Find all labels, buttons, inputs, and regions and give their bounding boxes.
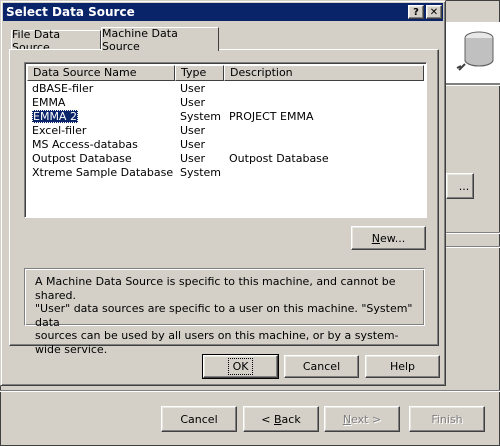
- wizard-finish-button[interactable]: Finish: [409, 406, 485, 432]
- list-item[interactable]: Excel-filer User: [27, 124, 424, 138]
- wizard-back-button[interactable]: < Back: [243, 406, 319, 432]
- dialog-title: Select Data Source: [6, 5, 135, 19]
- banner-separator: [446, 84, 500, 86]
- column-header-name[interactable]: Data Source Name: [27, 65, 175, 81]
- help-title-button[interactable]: ?: [408, 5, 424, 19]
- wizard-next-button[interactable]: Next >: [324, 406, 400, 432]
- list-item-selected[interactable]: EMMA 2 System PROJECT EMMA: [27, 110, 424, 124]
- tab-file-data-source[interactable]: File Data Source: [11, 28, 101, 54]
- dialog-titlebar[interactable]: Select Data Source: [3, 3, 443, 21]
- ok-button[interactable]: OK: [202, 354, 279, 379]
- list-item[interactable]: EMMA User: [27, 96, 424, 110]
- wizard-divider-2: [446, 246, 500, 248]
- close-title-button[interactable]: ✕: [426, 5, 442, 19]
- wizard-cancel-button[interactable]: Cancel: [161, 406, 237, 432]
- list-rows: dBASE-filer User EMMA User EMMA 2 System PRO…: [27, 82, 424, 180]
- column-header-description[interactable]: Description: [224, 65, 424, 81]
- tab-machine-data-source[interactable]: Machine Data Source: [101, 27, 219, 53]
- cancel-button[interactable]: Cancel: [284, 355, 359, 378]
- data-source-list[interactable]: Data Source Name Type Description dBASE-…: [24, 62, 427, 218]
- database-drum-icon: [456, 31, 494, 71]
- list-item[interactable]: Outpost Database User Outpost Database: [27, 152, 424, 166]
- list-item[interactable]: dBASE-filer User: [27, 82, 424, 96]
- list-header: Data Source Name Type Description: [27, 65, 424, 81]
- info-line-3: sources can be used by all users on this…: [35, 329, 399, 356]
- info-line-2: "User" data sources are specific to a us…: [35, 302, 413, 329]
- close-icon: ✕: [429, 6, 439, 18]
- list-item[interactable]: MS Access-databas User: [27, 138, 424, 152]
- help-button[interactable]: Help: [365, 355, 440, 378]
- wizard-divider-1: [446, 232, 500, 234]
- question-icon: ?: [413, 6, 419, 18]
- new-data-source-button[interactable]: New...: [351, 226, 426, 250]
- wizard-partial-button[interactable]: ...: [446, 173, 474, 199]
- info-line-1: A Machine Data Source is specific to thi…: [35, 275, 396, 302]
- column-header-type[interactable]: Type: [175, 65, 224, 81]
- info-text-box: A Machine Data Source is specific to thi…: [24, 268, 425, 356]
- wizard-footer-separator: [0, 390, 500, 392]
- list-item[interactable]: Xtreme Sample Database 2...System: [27, 166, 424, 180]
